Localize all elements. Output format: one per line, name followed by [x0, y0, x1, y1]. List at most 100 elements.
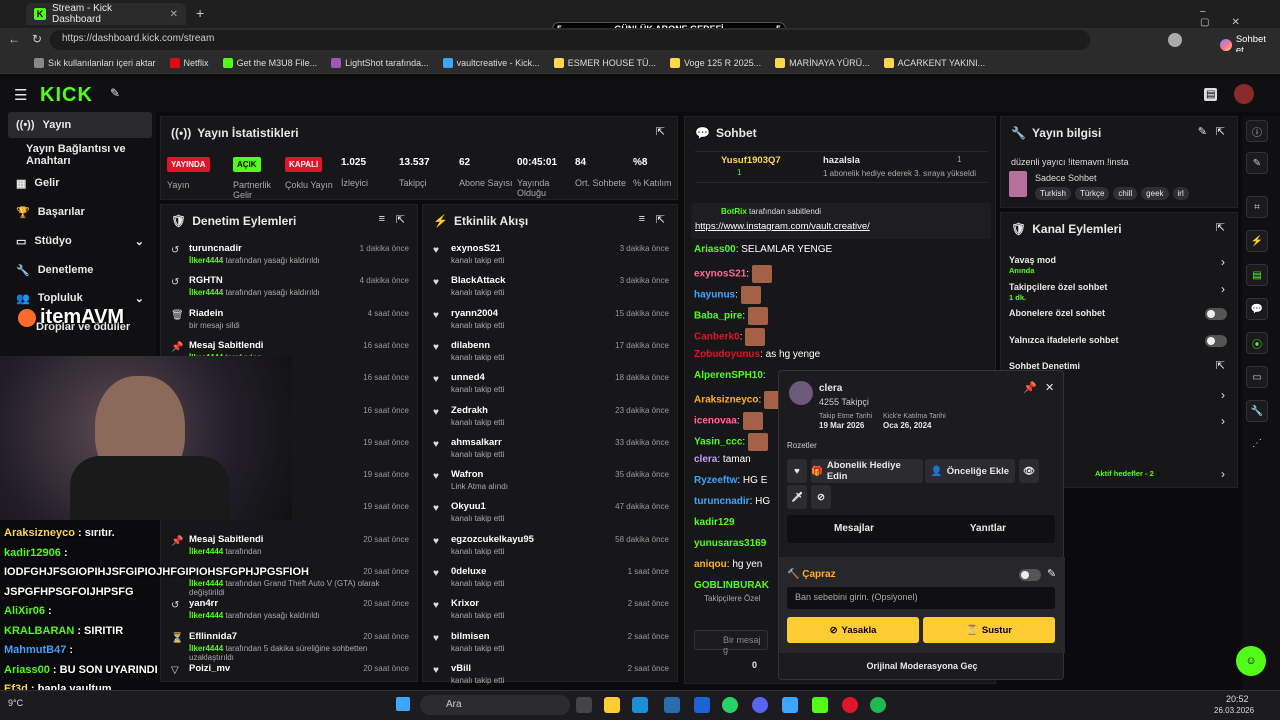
mode-icon[interactable]: ▤ — [1204, 88, 1218, 101]
channel-action-row[interactable]: Abonelere özel sohbet — [1009, 306, 1229, 330]
chat-username[interactable]: Ariass00 — [694, 244, 736, 255]
mod-row[interactable]: 🗑 Riadein bir mesajı sildi 4 saat önce — [171, 308, 409, 338]
chat-username[interactable]: exynosS21 — [694, 269, 746, 280]
sidebar-item-moderation[interactable]: 🔧 Denetleme — [8, 257, 152, 283]
gifter-name[interactable]: hazalsla — [823, 155, 860, 166]
row-name[interactable]: vBill — [451, 663, 471, 674]
row-name[interactable]: yan4rr — [189, 598, 218, 609]
row-name[interactable]: Krixor — [451, 598, 479, 609]
reload-icon[interactable]: ↻ — [32, 32, 42, 46]
eye-button[interactable]: 👁 — [1019, 459, 1039, 483]
activity-row[interactable]: ♥ ryann2004 kanalı takip etti 15 dakika önc… — [433, 308, 669, 338]
ban-toggle[interactable] — [1019, 569, 1041, 581]
bolt-icon[interactable]: ⚡ — [1246, 230, 1268, 252]
bookmark-item[interactable]: ESMER HOUSE TÜ... — [553, 57, 656, 68]
chat-username[interactable]: kadir129 — [694, 517, 735, 528]
chat-username[interactable]: hayunus — [694, 290, 735, 301]
menu-icon[interactable]: ☰ — [14, 86, 27, 104]
tag-chip[interactable]: chill — [1113, 187, 1138, 200]
bookmark-item[interactable]: MARİNAYA YÜRÜ... — [775, 57, 870, 68]
row-name[interactable]: unned4 — [451, 372, 485, 383]
tools-icon[interactable]: ✎ — [110, 86, 120, 100]
activity-row[interactable]: ♥ BlackAttack kanalı takip etti 3 dakika ön… — [433, 275, 669, 305]
action-toggle[interactable] — [1205, 308, 1227, 320]
tag-chip[interactable]: Türkçe — [1074, 187, 1110, 200]
gift-sub-button[interactable]: 🎁 Abonelik Hediye Edin — [811, 459, 923, 483]
kick-logo[interactable]: KICK — [40, 84, 93, 107]
popout-icon[interactable]: ⇱ — [656, 125, 665, 138]
chat-input[interactable]: Bir mesaj g — [694, 630, 768, 655]
popup-username[interactable]: clera — [819, 383, 842, 394]
chat-message[interactable]: Zobudoyunus: as hg yenge — [694, 349, 820, 360]
popout-icon[interactable]: ⇱ — [1216, 125, 1225, 138]
popout-icon[interactable]: ⇱ — [1216, 221, 1225, 234]
sidebar-item-stream-key[interactable]: Yayın Bağlantısı ve Anahtarı — [8, 142, 152, 168]
chat-username[interactable]: Yasin_ccc — [694, 437, 742, 448]
row-name[interactable]: exynosS21 — [451, 243, 501, 254]
chat-message[interactable]: Ariass00: SELAMLAR YENGE — [694, 244, 832, 255]
crop-icon[interactable]: ⌗ — [1246, 196, 1268, 218]
bookmark-item[interactable]: Sık kullanılanları içeri aktar — [34, 57, 156, 68]
ban-button[interactable]: ⊘ Yasakla — [787, 617, 919, 643]
chat-message[interactable]: AlperenSPH10: — [694, 370, 766, 381]
top-gifter-name[interactable]: Yusuf1903Q7 — [721, 155, 781, 166]
pencil-icon[interactable]: ✎ — [1246, 152, 1268, 174]
chat-username[interactable]: Canberk0 — [694, 332, 740, 343]
activity-row[interactable]: ♥ Wafron Link Atma alındı 35 dakika önce — [433, 469, 669, 499]
ban-icon-button[interactable]: ⊘ — [811, 485, 831, 509]
popout-icon[interactable]: ⇱ — [396, 213, 405, 226]
tab-replies[interactable]: Yanıtlar — [921, 515, 1055, 543]
pinned-message[interactable]: BotRix tarafından sabitlendi https://www… — [691, 203, 991, 239]
ban-reason-input[interactable]: Ban sebebini girin. (Opsiyonel) — [787, 587, 1055, 609]
chat-username[interactable]: yunusaras3169 — [694, 538, 766, 549]
support-button[interactable]: ☺ — [1236, 646, 1266, 676]
chat-username[interactable]: clera — [694, 454, 717, 465]
row-name[interactable]: bilmisen — [451, 631, 490, 642]
activity-row[interactable]: ♥ 0deluxe kanalı takip etti 1 saat önce — [433, 566, 669, 596]
chat-message[interactable]: Araksizneyco: — [694, 391, 785, 409]
explorer-icon[interactable] — [604, 697, 620, 713]
activity-row[interactable]: ♥ Okyuu1 kanalı takip etti 47 dakika önce — [433, 501, 669, 531]
chat-message[interactable]: Baba_pire: — [694, 307, 769, 325]
chat-message[interactable]: aniqou: hg yen — [694, 559, 762, 570]
bookmark-item[interactable]: Netflix — [169, 57, 209, 68]
sidebar-item-studio[interactable]: ▭ Stüdyo ⌄ — [8, 228, 152, 254]
browser-tab[interactable]: K Stream - Kick Dashboard ✕ — [26, 3, 186, 25]
info-icon[interactable]: ⓘ — [1246, 120, 1268, 142]
filter-icon[interactable]: ≡ — [379, 213, 385, 225]
activity-row[interactable]: ♥ egzozcukelkayu95 kanalı takip etti 58 dak… — [433, 534, 669, 564]
activity-row[interactable]: ♥ ahmsalkarr kanalı takip etti 33 dakika ön… — [433, 437, 669, 467]
close-tab-icon[interactable]: ✕ — [170, 9, 178, 20]
row-name[interactable]: Okyuu1 — [451, 501, 486, 512]
filter-icon[interactable]: ≡ — [639, 213, 645, 225]
row-name[interactable]: turuncnadir — [189, 243, 242, 254]
url-input[interactable]: https://dashboard.kick.com/stream — [50, 30, 1090, 50]
chat-message[interactable]: Canberk0: — [694, 328, 766, 346]
kick-app-icon[interactable] — [812, 697, 828, 713]
pin-icon[interactable]: 📌 — [1023, 381, 1037, 394]
row-name[interactable]: Riadein — [189, 308, 223, 319]
sidebar-item-revenue[interactable]: ▦ Gelir — [8, 170, 152, 196]
chat-message[interactable]: yunusaras3169 — [694, 538, 766, 549]
chat-message[interactable]: icenovaa: — [694, 412, 763, 430]
bookmark-item[interactable]: Voge 125 R 2025... — [670, 57, 761, 68]
row-name[interactable]: Wafron — [451, 469, 483, 480]
sidebar-item-achievements[interactable]: 🏆 Başarılar — [8, 199, 152, 225]
list-icon[interactable]: ▤ — [1246, 264, 1268, 286]
chat-message[interactable]: exynosS21: — [694, 265, 773, 283]
row-name[interactable]: BlackAttack — [451, 275, 505, 286]
store-icon[interactable] — [664, 697, 680, 713]
tag-chip[interactable]: geek — [1141, 187, 1169, 200]
tag-chip[interactable]: irl — [1172, 187, 1189, 200]
activity-row[interactable]: ♥ dilabenn kanalı takip etti 17 dakika önce — [433, 340, 669, 370]
chat-message[interactable]: Yasin_ccc: — [694, 433, 769, 451]
chat-message[interactable]: hayunus: — [694, 286, 761, 304]
follow-heart-button[interactable]: ♥ — [787, 459, 807, 483]
edit-icon[interactable]: ✎ — [1047, 567, 1056, 580]
mod-row[interactable]: ↺ yan4rr İlker4444 tarafından yasağı kaldı… — [171, 598, 409, 628]
row-name[interactable]: ahmsalkarr — [451, 437, 502, 448]
close-icon[interactable]: ✕ — [1045, 381, 1054, 394]
window-controls[interactable]: –▢✕ — [1200, 6, 1280, 28]
mod-button[interactable]: 🗡 — [787, 485, 807, 509]
channel-action-row[interactable]: Takipçilere özel sohbet 1 dk. › — [1009, 280, 1229, 304]
